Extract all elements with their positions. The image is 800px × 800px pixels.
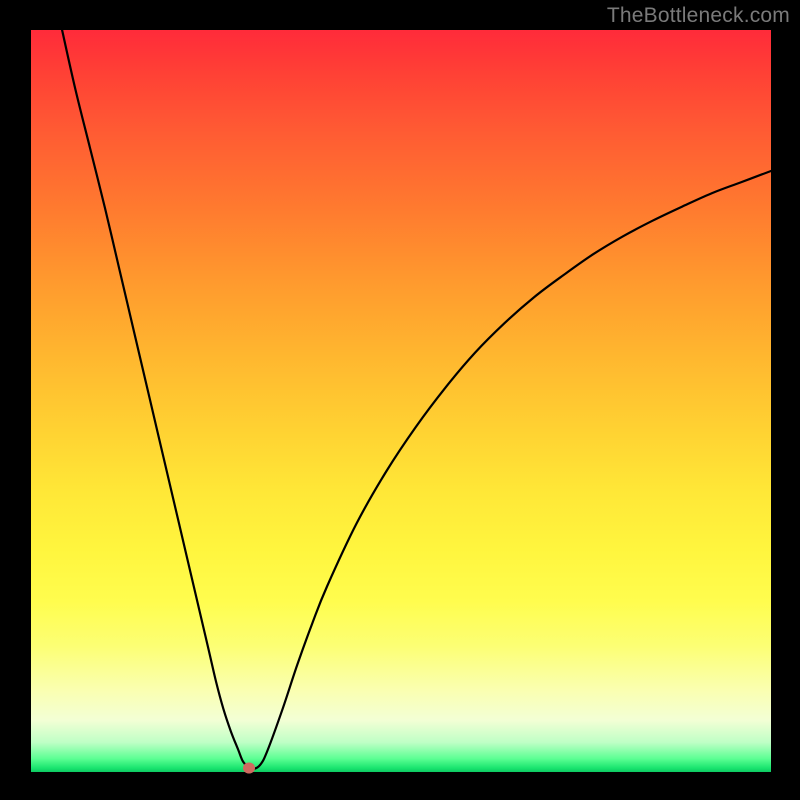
chart-frame: TheBottleneck.com	[0, 0, 800, 800]
watermark-text: TheBottleneck.com	[607, 4, 790, 28]
optimal-point-marker	[243, 763, 255, 774]
bottleneck-curve	[31, 30, 771, 772]
plot-area	[31, 30, 771, 772]
